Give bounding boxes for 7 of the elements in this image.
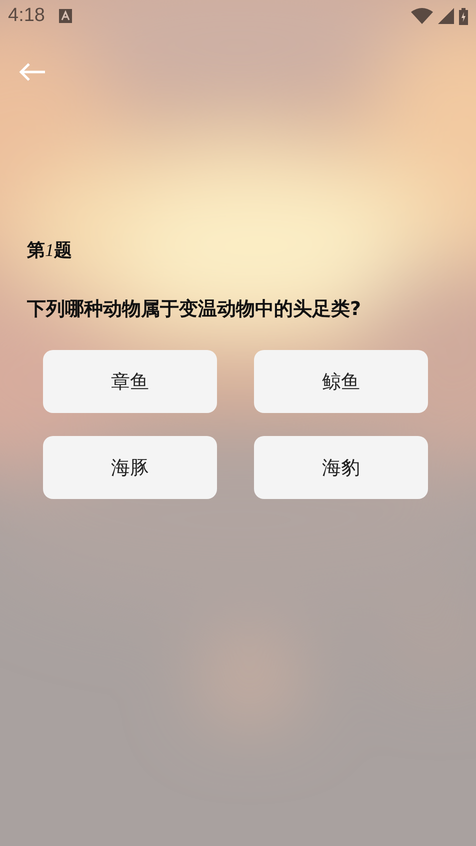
answer-option[interactable]: 章鱼 [43,350,217,413]
answer-option[interactable]: 海豹 [254,436,428,499]
answer-option[interactable]: 海豚 [43,436,217,499]
question-text: 下列哪种动物属于变温动物中的头足类? [27,297,362,322]
status-time: 4:18 [8,5,45,27]
question-number: 第1题 [27,239,73,262]
answer-option[interactable]: 鲸鱼 [254,350,428,413]
